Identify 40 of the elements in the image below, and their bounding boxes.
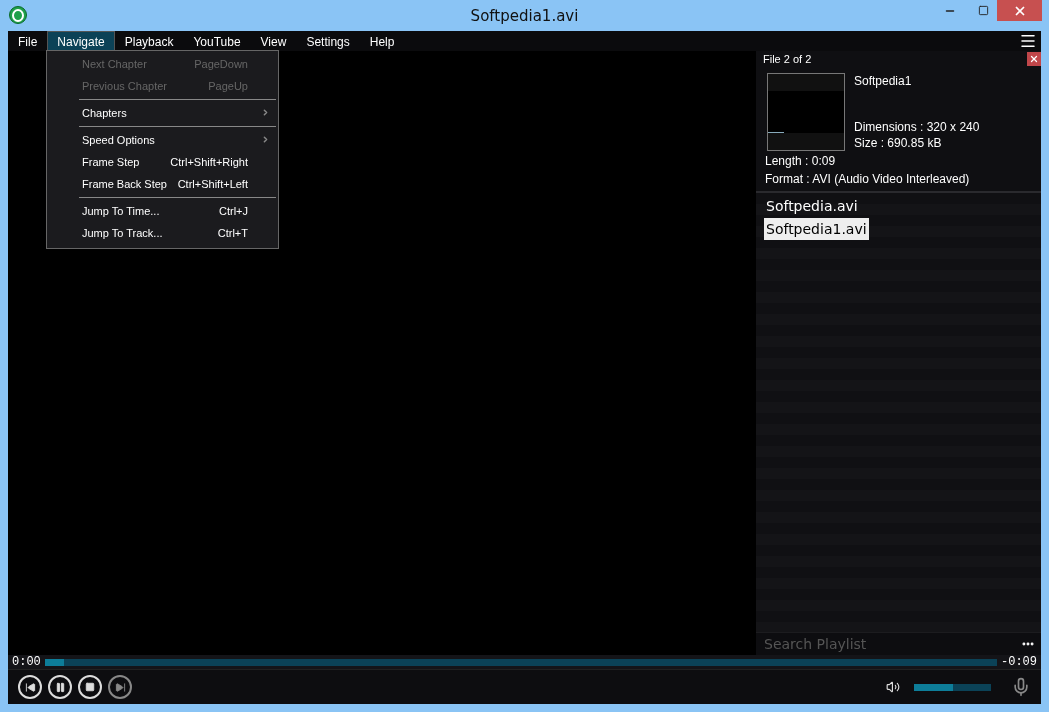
file-counter: File 2 of 2 bbox=[763, 53, 812, 65]
stop-button[interactable] bbox=[78, 675, 102, 699]
skip-forward-icon bbox=[114, 681, 126, 693]
volume-icon[interactable] bbox=[886, 680, 900, 694]
maximize-icon bbox=[977, 5, 989, 16]
menu-item[interactable]: View bbox=[250, 31, 297, 51]
playlist-item[interactable]: Softpedia.avi bbox=[764, 195, 860, 217]
playlist-item[interactable]: Softpedia1.avi bbox=[764, 218, 869, 240]
size-text: Size : 690.85 kB bbox=[854, 135, 943, 151]
app-logo-icon bbox=[9, 6, 27, 24]
microphone-icon[interactable] bbox=[1011, 677, 1031, 697]
volume-slider[interactable] bbox=[914, 683, 991, 691]
menu-item[interactable]: YouTube bbox=[183, 31, 251, 51]
next-button[interactable] bbox=[108, 675, 132, 699]
menu-entry[interactable]: Frame Step Ctrl+Shift+Right bbox=[47, 151, 278, 173]
pause-button[interactable] bbox=[48, 675, 72, 699]
menu-item[interactable]: Navigate bbox=[47, 31, 115, 51]
stop-icon bbox=[85, 682, 95, 692]
menu-item[interactable]: Help bbox=[359, 31, 405, 51]
submenu-entry[interactable]: Speed Options bbox=[47, 129, 278, 151]
menu-entry[interactable]: Frame Back Step Ctrl+Shift+Left bbox=[47, 173, 278, 195]
length-text: Length : 0:09 bbox=[765, 153, 837, 169]
close-icon[interactable] bbox=[1027, 52, 1041, 66]
format-text: Format : AVI (Audio Video Interleaved) bbox=[765, 171, 971, 187]
pause-icon bbox=[54, 681, 66, 693]
menu-item[interactable]: Settings bbox=[296, 31, 360, 51]
skip-back-icon bbox=[24, 681, 36, 693]
dimensions-text: Dimensions : 320 x 240 bbox=[854, 119, 981, 135]
close-button[interactable] bbox=[997, 0, 1042, 21]
menu-entry[interactable]: Jump To Time... Ctrl+J bbox=[47, 200, 278, 222]
search-field[interactable]: Search Playlist bbox=[756, 636, 1021, 652]
previous-button[interactable] bbox=[18, 675, 42, 699]
menu-item[interactable]: File bbox=[8, 31, 48, 51]
file-name: Softpedia1 bbox=[854, 73, 913, 89]
elapsed-time: 0:00 bbox=[12, 655, 41, 669]
menu-entry[interactable]: Jump To Track... Ctrl+T bbox=[47, 222, 278, 244]
window-title: Softpedia1.avi bbox=[470, 6, 579, 25]
remaining-time: -0:09 bbox=[1001, 655, 1037, 669]
submenu-entry[interactable]: Chapters bbox=[47, 102, 278, 124]
menu-item[interactable]: Playback bbox=[114, 31, 184, 51]
